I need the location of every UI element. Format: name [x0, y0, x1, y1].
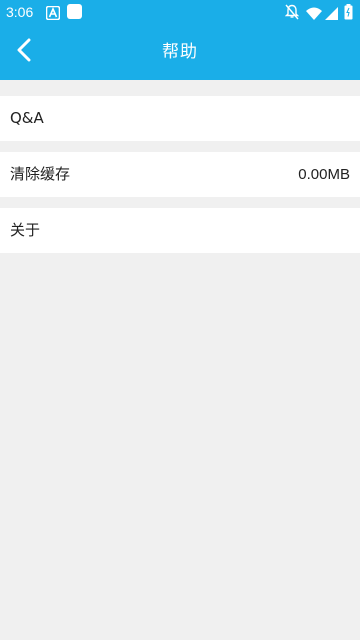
menu-item-label: 关于 — [10, 221, 41, 239]
app-bar: 帮助 — [0, 24, 360, 80]
cell-signal-icon — [325, 5, 338, 24]
page-title: 帮助 — [162, 42, 198, 62]
menu-item-label: Q&A — [10, 109, 44, 127]
a-icon — [45, 5, 61, 24]
cache-size-value: 0.00MB — [298, 166, 350, 183]
menu-item-clear-cache[interactable]: 清除缓存 0.00MB — [0, 152, 360, 197]
menu-item-label: 清除缓存 — [10, 165, 71, 183]
battery-icon — [344, 4, 353, 24]
status-time: 3:06 — [6, 4, 34, 20]
menu-item-about[interactable]: 关于 — [0, 208, 360, 253]
wifi-icon — [306, 5, 322, 24]
menu-item-qa[interactable]: Q&A — [0, 96, 360, 141]
notifications-off-icon — [284, 4, 300, 24]
notification-square-icon — [67, 4, 82, 23]
status-bar: 3:06 — [0, 0, 360, 24]
